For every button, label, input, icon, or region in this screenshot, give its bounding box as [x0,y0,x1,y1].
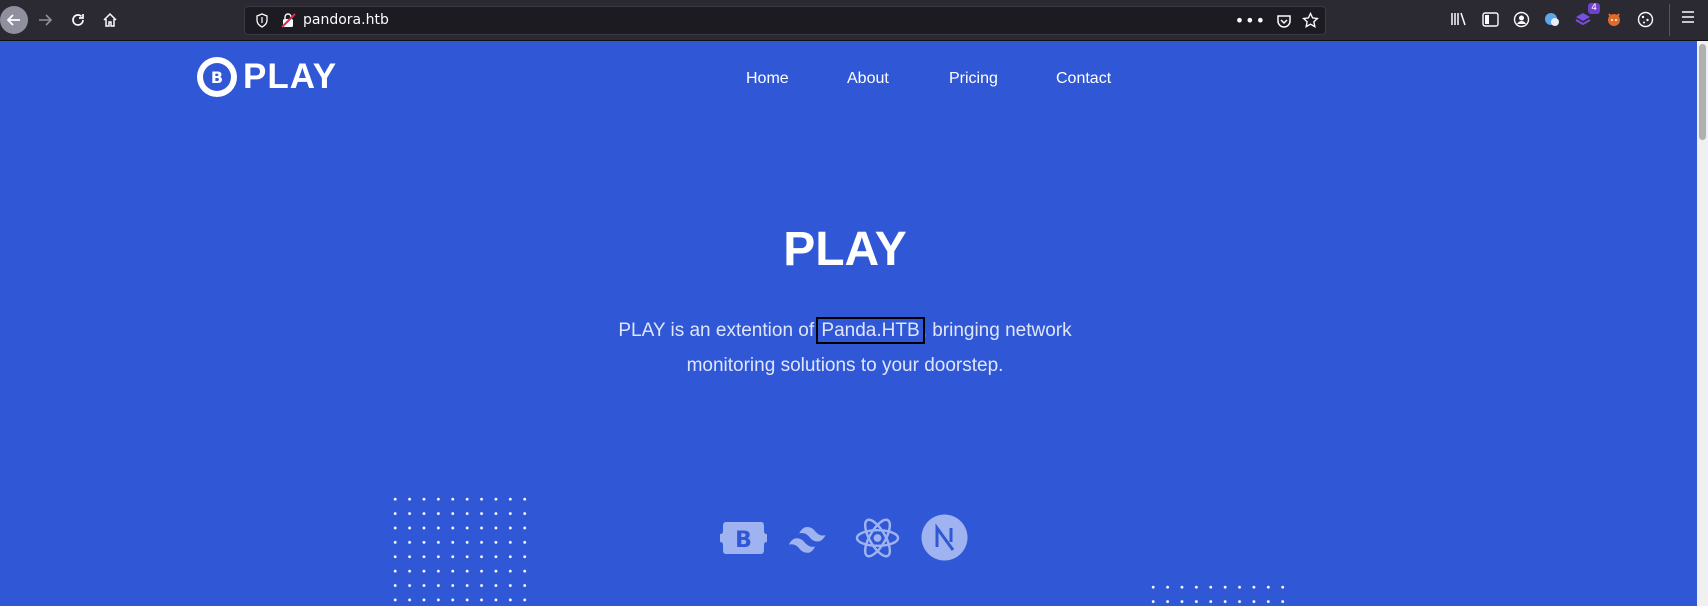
app-menu-button[interactable] [1680,9,1696,29]
cookie-icon [1637,11,1653,27]
library-button[interactable] [1448,8,1470,30]
nav-about-link[interactable]: About [847,70,889,88]
hero-description: PLAY is an extention of Panda.HTB, bring… [575,313,1115,383]
sidebar-button[interactable] [1479,8,1501,30]
browser-toolbar: pandora.htb ••• 4 [0,0,1708,41]
logo-text: PLAY [243,57,338,96]
site-logo[interactable]: B PLAY [197,57,337,97]
bootstrap-icon: B [720,514,767,561]
logo-letter: B [203,63,231,91]
library-icon [1451,12,1466,26]
reload-button[interactable] [63,5,93,35]
back-button[interactable] [0,6,28,34]
hero-title: PLAY [783,223,907,276]
page-body: B PLAY Home About Pricing Contact PLAY P… [0,41,1708,606]
extension-badge: 4 [1588,3,1600,14]
extension-fox-button[interactable] [1603,8,1625,30]
hero-desc-before: PLAY is an extention of [618,320,820,341]
reload-icon [72,14,84,26]
scrollbar-thumb[interactable] [1699,44,1706,140]
more-actions-icon[interactable]: ••• [1235,11,1266,30]
page-scrollbar[interactable] [1697,41,1708,606]
react-icon [854,514,901,561]
account-icon [1513,11,1529,27]
tech-stack-icons: B [720,514,968,561]
url-bar[interactable]: pandora.htb ••• [244,6,1326,35]
tailwind-icon [787,514,834,561]
extension-globe-button[interactable] [1541,8,1563,30]
extension-cookie-button[interactable] [1634,8,1656,30]
url-actions: ••• [1235,11,1319,30]
nav-home-link[interactable]: Home [746,70,789,88]
hero-highlight-domain: Panda.HTB [816,317,925,344]
hamburger-menu-icon [1682,11,1694,23]
toolbar-extensions: 4 [1448,3,1656,30]
forward-button[interactable] [30,5,60,35]
bookmark-star-icon[interactable] [1302,12,1319,29]
extension-stack-button[interactable]: 4 [1572,3,1600,30]
tracking-shield-icon[interactable] [255,13,269,32]
arrow-left-icon [6,14,20,26]
arrow-right-icon [39,14,53,26]
svg-text:B: B [735,528,752,553]
insecure-lock-icon[interactable] [281,13,296,32]
nextjs-icon [921,514,968,561]
toolbar-divider [1669,4,1670,36]
home-button[interactable] [95,5,125,35]
url-text[interactable]: pandora.htb [303,12,389,28]
nav-pricing-link[interactable]: Pricing [949,70,998,88]
account-button[interactable] [1510,8,1532,30]
foxyproxy-icon [1608,13,1620,26]
sidebar-icon [1481,11,1499,27]
home-icon [103,12,117,27]
pocket-icon[interactable] [1276,13,1292,29]
dot-pattern-right [1146,580,1290,606]
dot-pattern-left [388,492,532,606]
globe-extension-icon [1545,13,1559,26]
logo-badge: B [197,57,237,97]
nav-contact-link[interactable]: Contact [1056,70,1111,88]
